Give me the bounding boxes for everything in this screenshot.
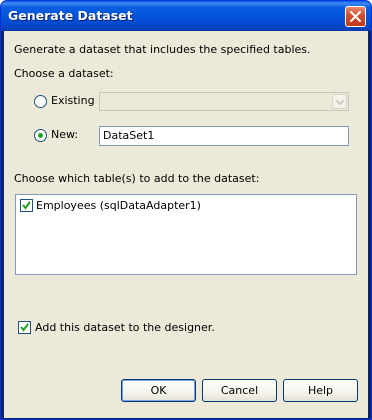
new-dataset-name-input[interactable]: DataSet1 <box>99 126 349 146</box>
close-button[interactable] <box>345 6 366 27</box>
radio-selected-dot <box>38 133 43 138</box>
new-radio[interactable] <box>34 129 47 142</box>
help-button[interactable]: Help <box>283 379 358 402</box>
existing-dataset-dropdown[interactable] <box>99 92 349 111</box>
add-to-designer-label[interactable]: Add this dataset to the designer. <box>35 321 215 334</box>
ok-button[interactable]: OK <box>121 379 196 402</box>
existing-radio[interactable] <box>34 95 47 108</box>
new-label[interactable]: New: <box>51 128 78 141</box>
tables-checklist[interactable]: Employees (sqlDataAdapter1) <box>15 194 357 275</box>
choose-dataset-label: Choose a dataset: <box>14 67 114 80</box>
chevron-down-icon <box>336 100 344 105</box>
dropdown-arrow-button[interactable] <box>332 94 347 109</box>
close-icon <box>350 11 361 22</box>
employees-table-label: Employees (sqlDataAdapter1) <box>36 199 201 212</box>
existing-label[interactable]: Existing <box>51 94 95 107</box>
checkmark-icon <box>20 323 29 332</box>
list-item[interactable]: Employees (sqlDataAdapter1) <box>19 198 319 214</box>
window-title: Generate Dataset <box>8 8 133 23</box>
intro-text: Generate a dataset that includes the spe… <box>14 43 311 56</box>
add-to-designer-checkbox[interactable] <box>18 321 31 334</box>
employees-checkbox[interactable] <box>20 199 33 212</box>
checkmark-icon <box>22 201 31 210</box>
tables-label: Choose which table(s) to add to the data… <box>14 172 260 185</box>
cancel-button[interactable]: Cancel <box>202 379 277 402</box>
dialog-body: Generate a dataset that includes the spe… <box>4 31 368 418</box>
dialog-window: Generate Dataset Generate a dataset that… <box>0 0 372 420</box>
title-bar[interactable]: Generate Dataset <box>1 1 371 31</box>
